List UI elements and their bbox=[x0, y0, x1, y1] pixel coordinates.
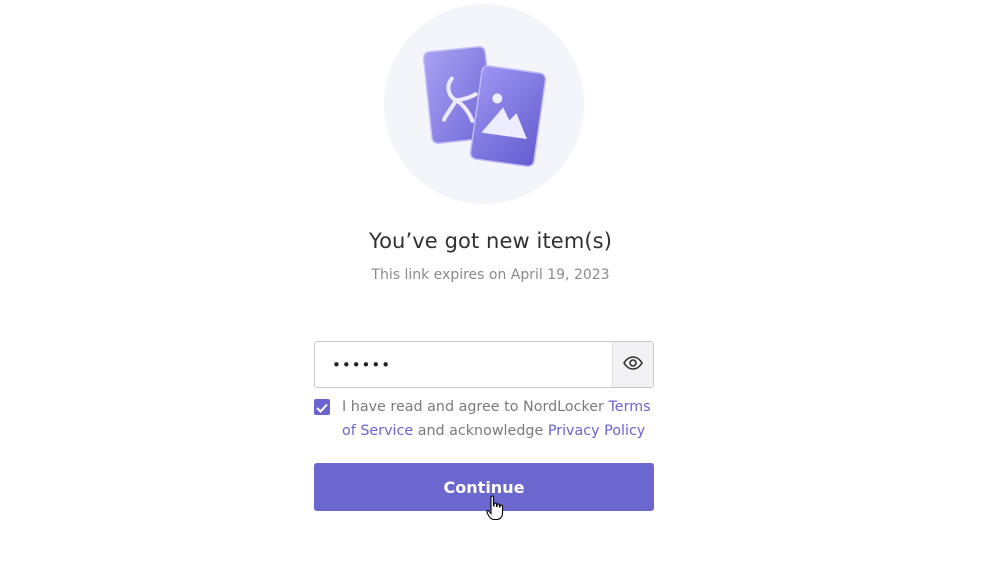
link-expiry-text: This link expires on April 19, 2023 bbox=[371, 267, 610, 283]
privacy-policy-link[interactable]: Privacy Policy bbox=[548, 423, 645, 439]
hand-pointer-icon bbox=[486, 495, 504, 525]
page-title: You’ve got new item(s) bbox=[368, 229, 613, 253]
terms-text: I have read and agree to NordLocker Term… bbox=[342, 399, 651, 439]
checkmark-icon bbox=[316, 398, 328, 417]
password-input[interactable] bbox=[315, 342, 611, 387]
image-file-icon bbox=[469, 65, 547, 168]
password-field bbox=[314, 341, 654, 388]
continue-button[interactable]: Continue bbox=[314, 463, 654, 511]
eye-icon bbox=[623, 355, 643, 374]
terms-checkbox[interactable] bbox=[314, 399, 330, 415]
shared-files-illustration bbox=[384, 4, 584, 204]
show-password-button[interactable] bbox=[612, 342, 653, 387]
